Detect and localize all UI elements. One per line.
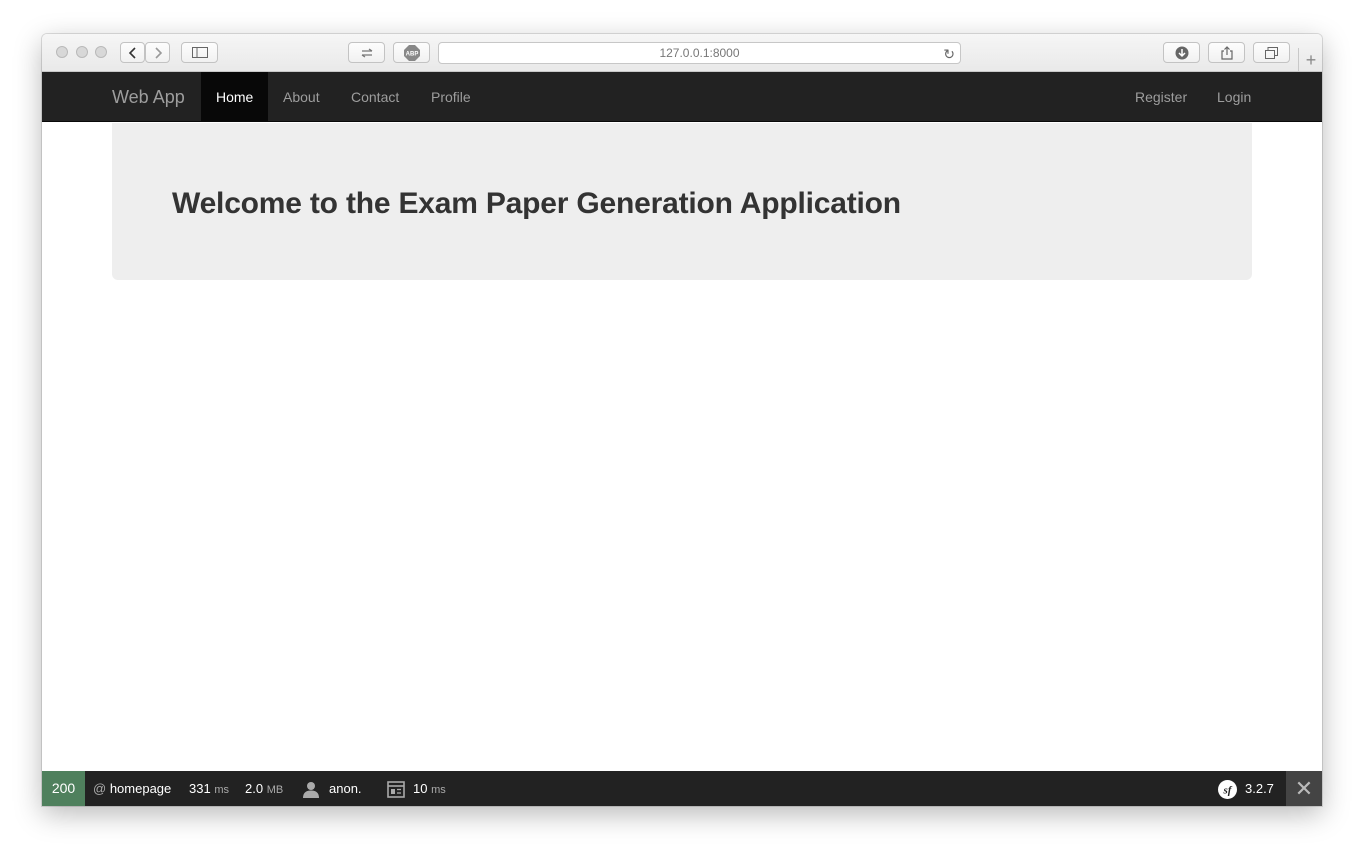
svg-text:sf: sf <box>1223 785 1233 797</box>
navbar: Web App Home About Contact Profile Regis… <box>42 72 1322 122</box>
nav-item-contact[interactable]: Contact <box>336 72 414 122</box>
new-tab-button[interactable]: + <box>1298 48 1322 72</box>
db-item[interactable]: 10 ms <box>387 771 446 806</box>
at-icon: @ <box>93 781 107 796</box>
time-value: 331 <box>189 781 211 796</box>
url-text: 127.0.0.1:8000 <box>659 46 740 60</box>
nav-item-login[interactable]: Login <box>1202 72 1266 122</box>
adblock-icon: ABP <box>403 44 420 61</box>
plus-icon: + <box>1305 50 1317 70</box>
back-button[interactable] <box>120 42 145 63</box>
close-window-button[interactable] <box>56 46 68 58</box>
nav-item-home[interactable]: Home <box>201 72 268 122</box>
close-toolbar-button[interactable]: ✕ <box>1286 771 1322 806</box>
address-bar[interactable]: 127.0.0.1:8000 ↻ <box>438 42 961 64</box>
tabs-overview-button[interactable] <box>1253 42 1290 63</box>
browser-titlebar: ABP 127.0.0.1:8000 ↻ + <box>42 34 1322 72</box>
memory-item[interactable]: 2.0 MB <box>245 771 283 806</box>
sidebar-icon <box>191 47 208 58</box>
nav-item-register[interactable]: Register <box>1120 72 1202 122</box>
page-title: Welcome to the Exam Paper Generation App… <box>172 187 901 220</box>
symfony-logo-icon: sf <box>1218 780 1237 800</box>
debug-toolbar: 200 @ homepage 331 ms 2.0 MB anon. 10 ms… <box>42 771 1322 806</box>
route-item[interactable]: @ homepage <box>93 771 171 806</box>
browser-window: ABP 127.0.0.1:8000 ↻ + Web App Home Abou… <box>42 34 1322 806</box>
adblock-button[interactable]: ABP <box>393 42 430 63</box>
jumbotron: Welcome to the Exam Paper Generation App… <box>112 123 1252 280</box>
time-item[interactable]: 331 ms <box>189 771 229 806</box>
svg-text:ABP: ABP <box>405 51 418 57</box>
version-text: 3.2.7 <box>1245 781 1274 796</box>
reload-icon[interactable]: ↻ <box>943 44 955 64</box>
user-icon <box>303 782 319 799</box>
tabs-icon <box>1265 46 1278 59</box>
db-time-value: 10 <box>413 781 428 796</box>
close-icon: ✕ <box>1294 776 1314 801</box>
route-name: homepage <box>109 781 172 796</box>
sidebar-toggle-button[interactable] <box>181 42 218 63</box>
time-unit: ms <box>214 784 229 796</box>
symfony-version-item[interactable]: sf 3.2.7 <box>1218 771 1274 806</box>
memory-unit: MB <box>266 784 284 796</box>
share-button[interactable] <box>1208 42 1245 63</box>
nav-item-about[interactable]: About <box>268 72 335 122</box>
nav-item-profile[interactable]: Profile <box>416 72 486 122</box>
download-icon <box>1175 46 1188 59</box>
template-icon <box>387 781 405 798</box>
navbar-brand[interactable]: Web App <box>112 72 185 122</box>
arrows-swap-icon <box>361 47 372 58</box>
db-time-unit: ms <box>431 784 446 796</box>
chevron-left-icon <box>128 46 136 59</box>
extension-button[interactable] <box>348 42 385 63</box>
chevron-right-icon <box>154 46 162 59</box>
status-code-badge[interactable]: 200 <box>42 771 85 806</box>
memory-value: 2.0 <box>245 781 264 796</box>
forward-button[interactable] <box>145 42 170 63</box>
minimize-window-button[interactable] <box>76 46 88 58</box>
user-item[interactable]: anon. <box>303 771 362 806</box>
user-name: anon. <box>329 781 362 796</box>
downloads-button[interactable] <box>1163 42 1200 63</box>
zoom-window-button[interactable] <box>95 46 107 58</box>
share-icon <box>1220 45 1233 60</box>
